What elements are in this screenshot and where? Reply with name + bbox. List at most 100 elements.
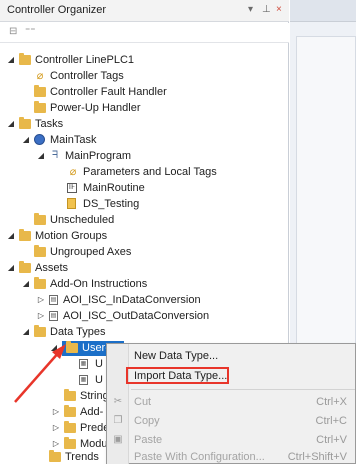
tree-item-main-program[interactable]: ◢ ᖷ MainProgram xyxy=(0,149,280,163)
menu-item-paste-with-configuration[interactable]: Paste With Configuration... Ctrl+Shift+V xyxy=(107,448,355,464)
tree-label: String xyxy=(80,390,109,402)
tree-label: User- xyxy=(82,342,109,354)
tag-icon: ⌀ xyxy=(69,166,77,178)
folder-icon xyxy=(34,245,46,257)
tree-item-aoi-out[interactable]: ▷ ▤ AOI_ISC_OutDataConversion xyxy=(0,309,280,323)
folder-icon xyxy=(64,389,76,401)
tree-item-aoi-in[interactable]: ▷ ▤ AOI_ISC_InDataConversion xyxy=(0,293,280,307)
folder-icon xyxy=(64,421,76,433)
tree-label: Power-Up Handler xyxy=(50,102,141,114)
tree-label: Controller Fault Handler xyxy=(50,86,167,98)
folder-icon xyxy=(34,325,46,337)
pin-dropdown-icon[interactable]: ▾ xyxy=(248,4,253,15)
expand-arrow-icon[interactable]: ◢ xyxy=(6,117,16,131)
scissors-icon: ✂ xyxy=(113,396,123,407)
tree-label: Controller LinePLC1 xyxy=(35,54,135,66)
tree-label: Unscheduled xyxy=(50,214,115,226)
expand-arrow-icon[interactable]: ◢ xyxy=(49,341,59,355)
expand-arrow-icon[interactable]: ◢ xyxy=(6,261,16,275)
tree-label: Prede xyxy=(80,422,110,434)
collapsed-arrow-icon[interactable]: ▷ xyxy=(36,293,46,307)
tree-item-udt-2[interactable]: ▦ U xyxy=(0,373,110,387)
task-clock-icon xyxy=(34,134,45,145)
collapsed-arrow-icon[interactable]: ▷ xyxy=(51,421,61,435)
folder-icon xyxy=(34,101,46,113)
tree-item-predefined[interactable]: ▷ Prede xyxy=(0,421,110,435)
menu-item-new-data-type[interactable]: New Data Type... xyxy=(107,347,355,365)
expand-arrow-icon[interactable]: ◢ xyxy=(36,149,46,163)
expand-arrow-icon[interactable]: ◢ xyxy=(6,229,16,243)
menu-item-label: Paste With Configuration... xyxy=(134,451,265,463)
menu-item-cut[interactable]: ✂ Cut Ctrl+X xyxy=(107,393,355,411)
tree-label: Controller Tags xyxy=(50,70,124,82)
tag-icon: ⌀ xyxy=(36,70,44,82)
menu-item-shortcut: Ctrl+C xyxy=(315,415,347,427)
expand-arrow-icon[interactable]: ◢ xyxy=(21,325,31,339)
tree-label: Assets xyxy=(35,262,69,274)
data-type-icon: ▦ xyxy=(79,375,88,385)
highlight-annotation-box xyxy=(126,367,229,384)
folder-icon xyxy=(64,437,76,449)
menu-item-label: New Data Type... xyxy=(134,350,219,362)
menu-item-shortcut: Ctrl+Shift+V xyxy=(287,451,347,463)
menu-item-copy[interactable]: ❐ Copy Ctrl+C xyxy=(107,412,355,430)
tree-item-assets[interactable]: ◢ Assets xyxy=(0,261,280,275)
tree-item-controller-fault-handler[interactable]: Controller Fault Handler xyxy=(0,85,280,99)
program-icon: ᖷ xyxy=(52,150,58,161)
expand-arrow-icon[interactable]: ◢ xyxy=(21,277,31,291)
collapse-all-icon[interactable]: ⊟ xyxy=(9,26,17,37)
tree-label: AOI_ISC_InDataConversion xyxy=(63,294,201,306)
tree-item-tasks[interactable]: ◢ Tasks xyxy=(0,117,280,131)
folder-icon xyxy=(49,450,61,462)
dock-icon[interactable]: ⊥ xyxy=(262,4,271,15)
tree-label: U xyxy=(95,358,103,370)
ladder-routine-icon: ⊪ xyxy=(67,183,77,193)
data-type-icon: ▦ xyxy=(79,359,88,369)
tree-label: MainRoutine xyxy=(83,182,145,194)
tree-item-add-on-instructions[interactable]: ◢ Add-On Instructions xyxy=(0,277,280,291)
tree-item-ds-testing[interactable]: DS_Testing xyxy=(0,197,280,211)
close-icon[interactable]: × xyxy=(276,4,282,15)
folder-icon xyxy=(64,405,76,417)
menu-item-label: Cut xyxy=(134,396,152,408)
tree-item-data-types[interactable]: ◢ Data Types xyxy=(0,325,280,339)
tree-item-motion-groups[interactable]: ◢ Motion Groups xyxy=(0,229,280,243)
tree-item-controller[interactable]: ◢ Controller LinePLC1 xyxy=(0,53,280,67)
collapsed-arrow-icon[interactable]: ▷ xyxy=(51,405,61,419)
folder-icon xyxy=(19,117,31,129)
tree-item-ungrouped-axes[interactable]: Ungrouped Axes xyxy=(0,245,280,259)
tree-item-strings[interactable]: String xyxy=(0,389,110,403)
tree-label: Motion Groups xyxy=(35,230,108,242)
routine-document-icon xyxy=(67,198,76,209)
tree-item-controller-tags[interactable]: ⌀ Controller Tags xyxy=(0,69,280,83)
aoi-icon: ▤ xyxy=(49,295,58,305)
editor-tab-strip xyxy=(290,0,356,22)
tree-item-power-up-handler[interactable]: Power-Up Handler xyxy=(0,101,280,115)
tree-item-add-on-defined[interactable]: ▷ Add- xyxy=(0,405,110,419)
expand-arrow-icon[interactable]: ◢ xyxy=(21,133,31,147)
copy-icon: ❐ xyxy=(113,415,123,426)
tree-item-unscheduled[interactable]: Unscheduled xyxy=(0,213,280,227)
view-options-icon[interactable]: ⁼⁼ xyxy=(25,26,36,37)
tree-item-trends[interactable]: Trends xyxy=(0,450,110,464)
folder-icon xyxy=(19,229,31,241)
folder-icon xyxy=(34,85,46,97)
menu-item-shortcut: Ctrl+V xyxy=(316,434,347,446)
expand-arrow-icon[interactable]: ◢ xyxy=(6,53,16,67)
tree-item-udt-1[interactable]: ▦ U xyxy=(0,357,110,371)
tree-item-main-task[interactable]: ◢ MainTask xyxy=(0,133,280,147)
folder-icon xyxy=(34,277,46,289)
menu-item-shortcut: Ctrl+X xyxy=(316,396,347,408)
tree-label: Modu xyxy=(80,438,108,450)
tree-label: MainTask xyxy=(50,134,97,146)
tree-label: Tasks xyxy=(35,118,64,130)
tree-item-module-defined[interactable]: ▷ Modu xyxy=(0,437,110,451)
menu-item-paste[interactable]: ▣ Paste Ctrl+V xyxy=(107,431,355,449)
collapsed-arrow-icon[interactable]: ▷ xyxy=(51,437,61,451)
tree-label: AOI_ISC_OutDataConversion xyxy=(63,310,210,322)
tree-label: U xyxy=(95,374,103,386)
collapsed-arrow-icon[interactable]: ▷ xyxy=(36,309,46,323)
context-menu: New Data Type... Import Data Type... ✂ C… xyxy=(106,343,356,464)
tree-item-parameters-local-tags[interactable]: ⌀ Parameters and Local Tags xyxy=(0,165,280,179)
tree-item-main-routine[interactable]: ⊪ MainRoutine xyxy=(0,181,280,195)
